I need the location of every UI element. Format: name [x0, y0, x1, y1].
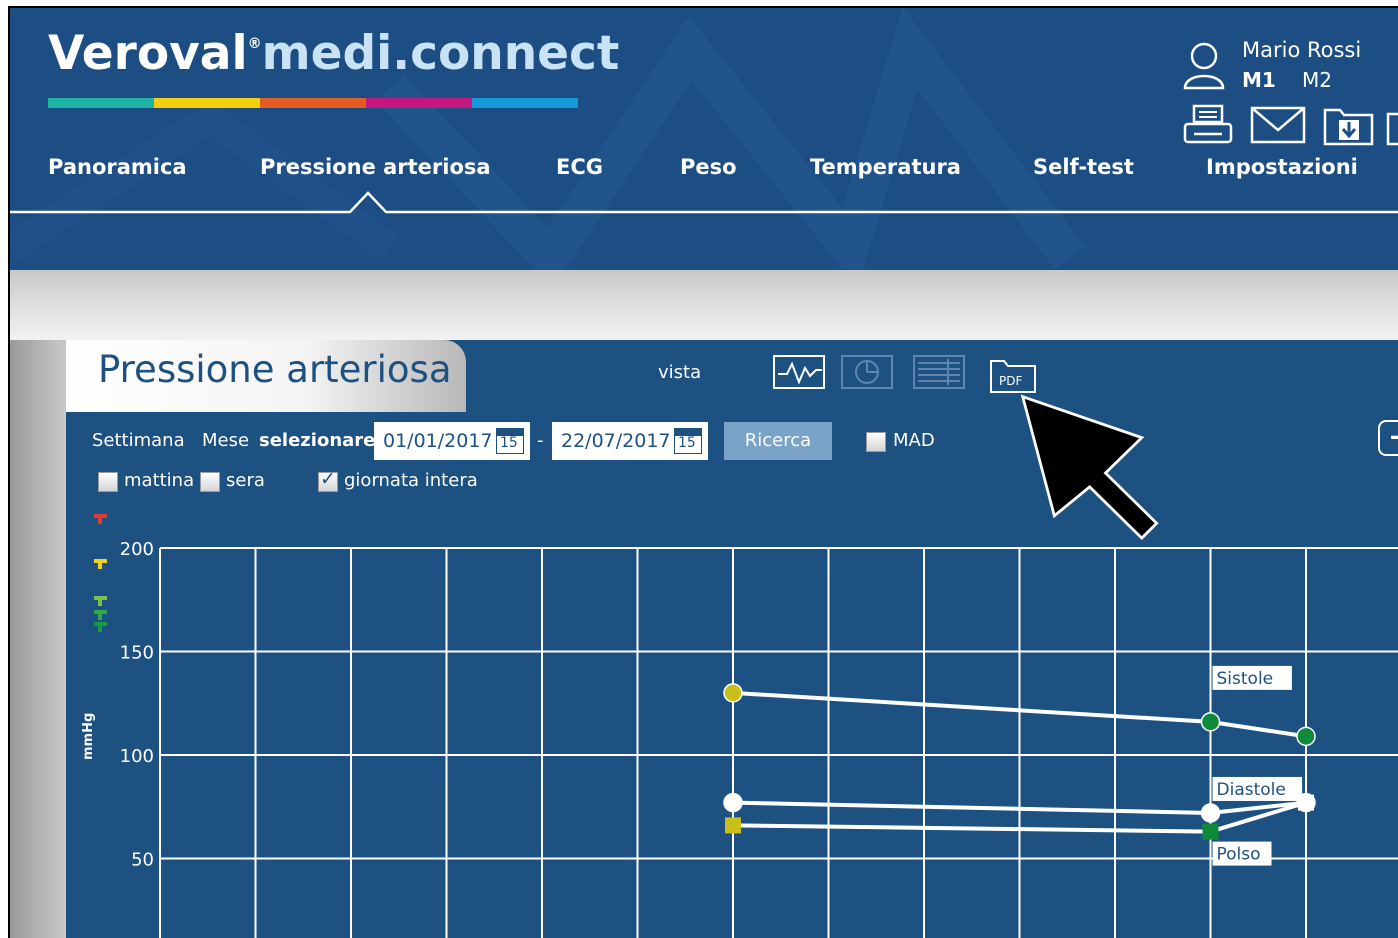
- logo-bar-segment: [48, 98, 154, 108]
- logo-bar-segment: [154, 98, 260, 108]
- printer-icon[interactable]: [1182, 104, 1236, 148]
- nav-peso[interactable]: Peso: [680, 155, 737, 179]
- nav-panoramica[interactable]: Panoramica: [48, 155, 187, 179]
- y-axis-label: mmHg: [81, 713, 96, 760]
- chart-grid: [159, 547, 1398, 938]
- nav-pressione-arteriosa[interactable]: Pressione arteriosa: [260, 155, 491, 179]
- app-header: Veroval®medi.connect Mario Rossi M1 M2 P…: [10, 8, 1398, 270]
- envelope-icon[interactable]: [1250, 104, 1308, 148]
- logo-color-bar: [48, 98, 578, 108]
- member-m1-selector[interactable]: M1: [1242, 68, 1276, 92]
- series-label-diastole: Diastole: [1217, 780, 1286, 800]
- user-icon[interactable]: [1182, 40, 1226, 90]
- threshold-marker: [94, 610, 107, 620]
- logo-brand: Veroval: [48, 26, 248, 81]
- data-point-sistole: [1200, 712, 1221, 732]
- data-point-diastole: [1200, 803, 1221, 823]
- app-window: Veroval®medi.connect Mario Rossi M1 M2 P…: [8, 6, 1398, 938]
- logo-registered-mark: ®: [247, 36, 262, 52]
- y-tick-label: 200: [120, 539, 154, 560]
- mouse-cursor-pointer: [1020, 394, 1159, 541]
- series-label-polso: Polso: [1217, 845, 1261, 865]
- y-tick-label: 100: [120, 746, 154, 767]
- nav-active-indicator: [10, 191, 1398, 214]
- member-m2-selector[interactable]: M2: [1302, 68, 1332, 92]
- threshold-marker: [94, 596, 107, 606]
- header-gradient-band: [10, 270, 1398, 340]
- logo-bar-segment: [366, 98, 472, 108]
- nav-impostazioni[interactable]: Impostazioni: [1206, 155, 1358, 179]
- logo-bar-segment: [472, 98, 578, 108]
- y-axis-ticks: 200 150 100 50: [120, 539, 154, 871]
- main-navigation: Panoramica Pressione arteriosa ECG Peso …: [10, 155, 1398, 195]
- nav-self-test[interactable]: Self-test: [1033, 155, 1134, 179]
- threshold-markers: [94, 514, 107, 632]
- threshold-marker: [94, 514, 107, 524]
- series-label-sistole: Sistole: [1217, 669, 1274, 689]
- logo-bar-segment: [260, 98, 366, 108]
- y-tick-label: 150: [120, 643, 154, 664]
- data-point-sistole: [1296, 726, 1316, 747]
- app-logo: Veroval®medi.connect: [48, 26, 619, 81]
- folder-download-icon[interactable]: [1322, 104, 1378, 148]
- threshold-marker: [94, 622, 107, 632]
- blood-pressure-chart: 200 150 100 50 mmHg Sistole Diastole Polso: [81, 514, 1398, 938]
- data-point-diastole: [723, 792, 743, 813]
- left-margin: [10, 340, 66, 938]
- y-tick-label: 50: [131, 850, 154, 871]
- logo-product: medi.connect: [261, 26, 620, 81]
- threshold-marker: [94, 559, 107, 569]
- data-point-polso: [1202, 823, 1219, 840]
- more-icon[interactable]: [1386, 104, 1398, 148]
- user-name[interactable]: Mario Rossi: [1242, 38, 1361, 62]
- nav-temperatura[interactable]: Temperatura: [810, 155, 961, 179]
- series-labels: Sistole Diastole Polso: [1212, 665, 1303, 866]
- nav-ecg[interactable]: ECG: [556, 155, 603, 179]
- blood-pressure-panel: Pressione arteriosa vista PDF Settimana …: [66, 340, 1398, 938]
- data-point-polso: [725, 817, 741, 834]
- data-point-sistole: [723, 683, 743, 703]
